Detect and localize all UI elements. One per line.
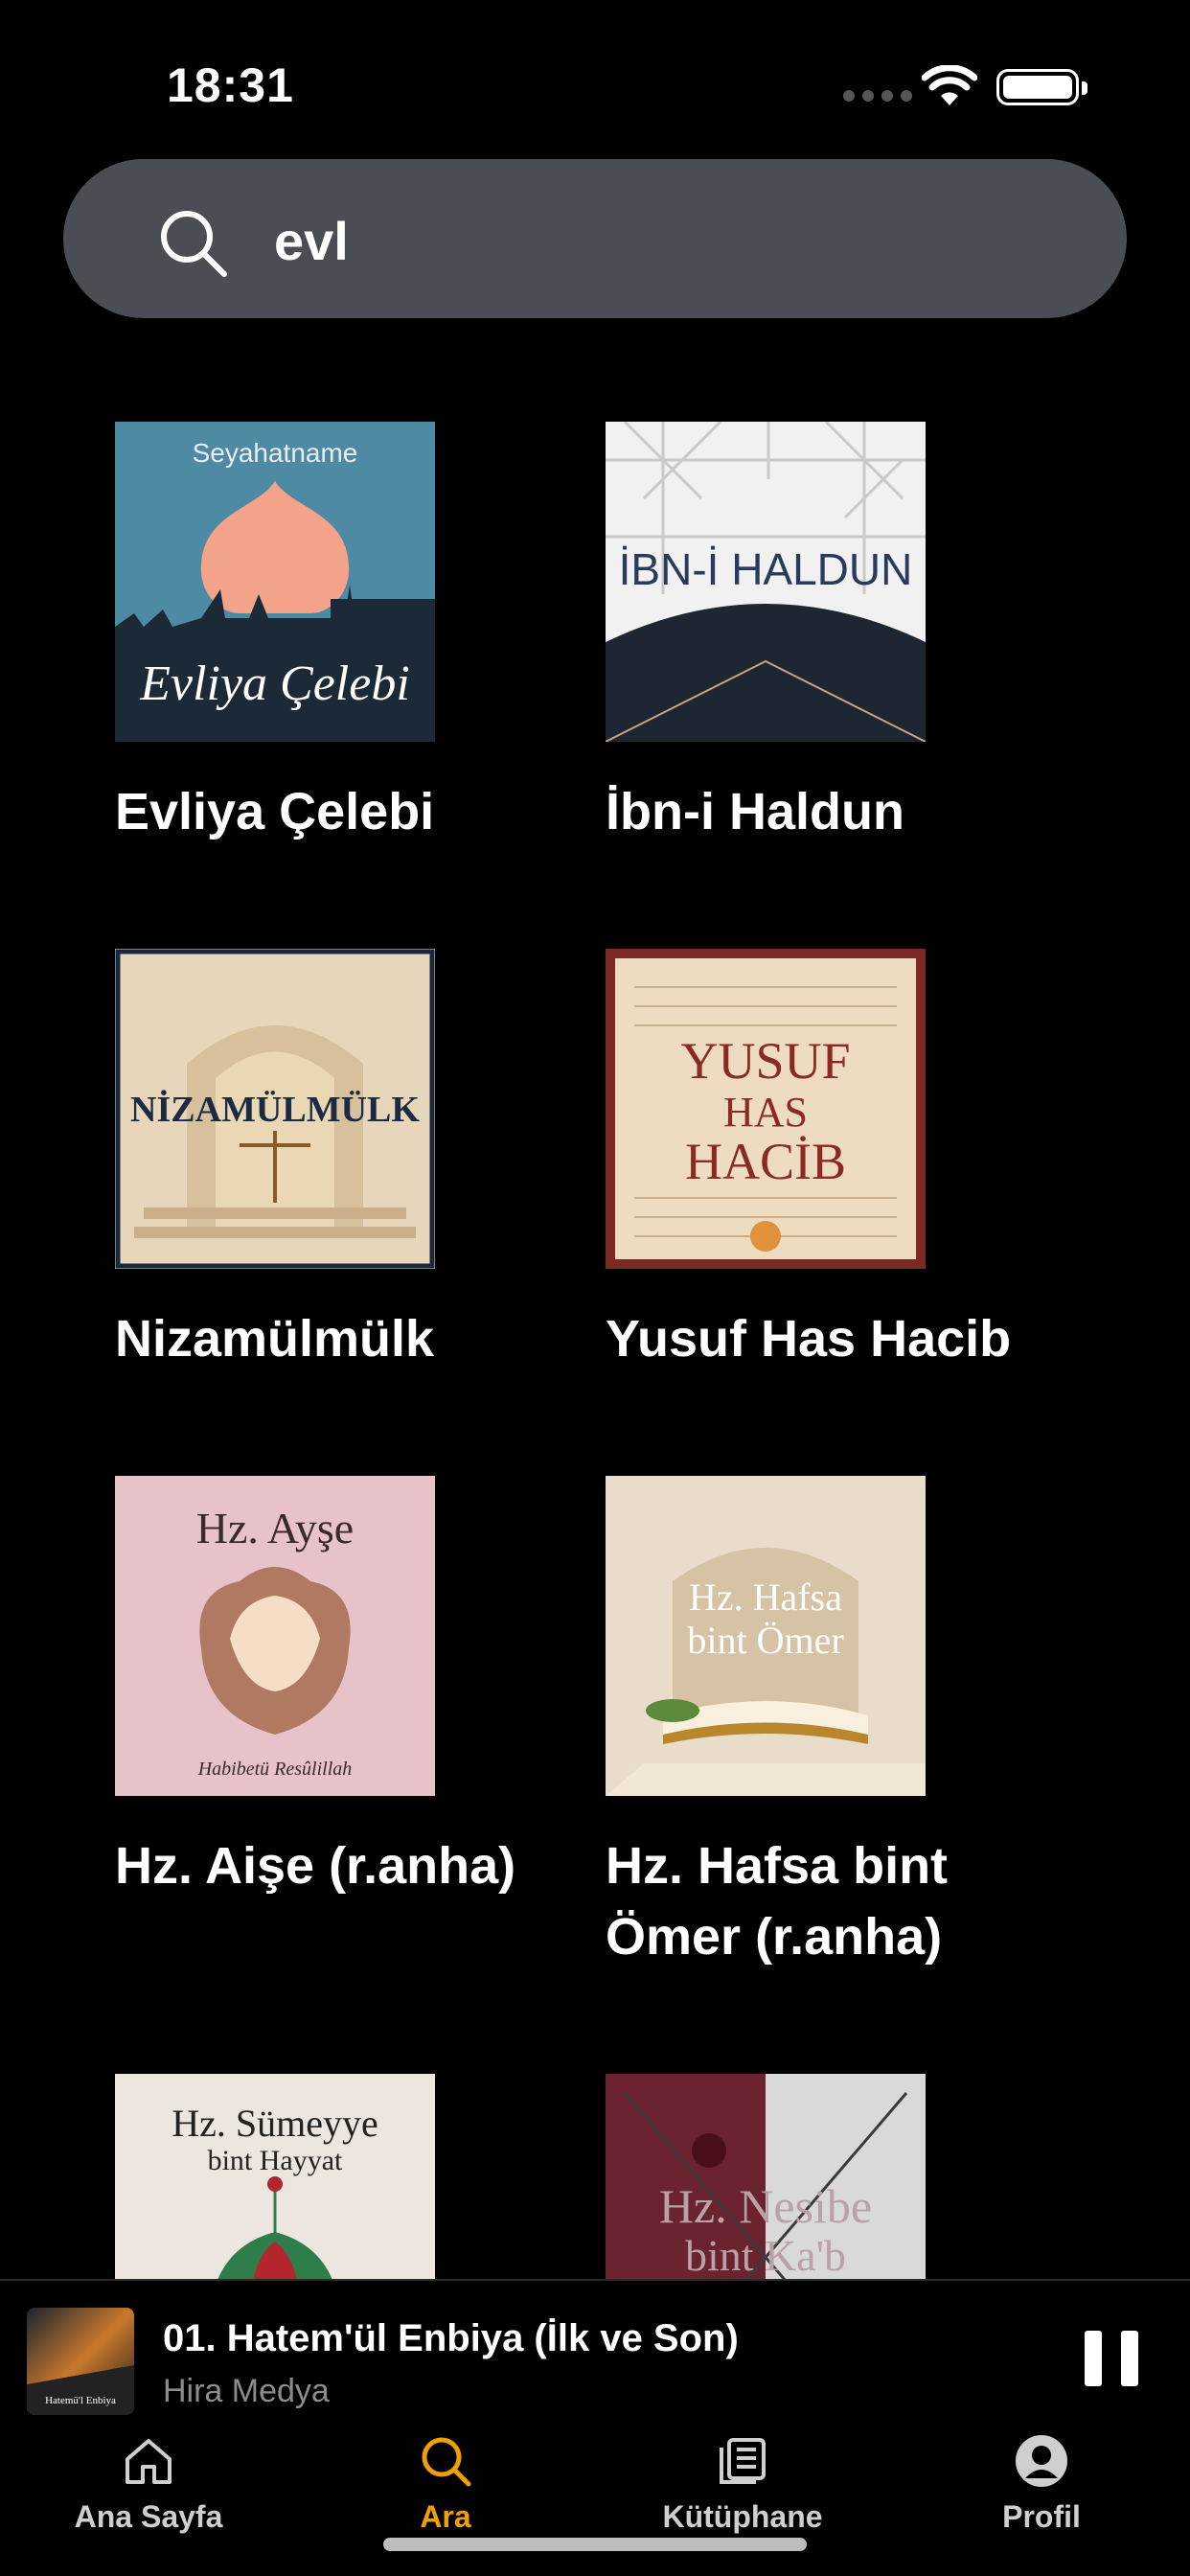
- result-title: Hz. Hafsa bint Ömer (r.anha): [606, 1837, 949, 1966]
- cellular-signal-icon: [843, 90, 912, 102]
- tab-library[interactable]: Kütüphane: [628, 2432, 858, 2535]
- cover-image: Hz. Ayşe Habibetü Resûlillah: [115, 1476, 435, 1796]
- result-card-hz-hafsa[interactable]: Hz. Hafsa bint Ömer Hz. Hafsa bint Ömer …: [606, 1476, 1046, 1972]
- svg-text:Hz. Sümeyye: Hz. Sümeyye: [172, 2102, 378, 2145]
- tab-profile[interactable]: Profil: [927, 2432, 1156, 2535]
- now-playing-title: 01. Hatem'ül Enbiya (İlk ve Son): [163, 2317, 739, 2359]
- tab-label: Ara: [420, 2499, 471, 2534]
- svg-text:İBN-İ HALDUN: İBN-İ HALDUN: [619, 544, 913, 594]
- svg-text:Evliya Çelebi: Evliya Çelebi: [139, 656, 410, 711]
- result-card-evliya-celebi[interactable]: Seyahatname Evliya Çelebi Evliya Çelebi: [115, 422, 556, 847]
- search-icon: [161, 211, 227, 277]
- tab-bar: Ana Sayfa Ara Kütüphane Profil: [0, 2432, 1190, 2576]
- svg-text:Hatemü'l Enbiya: Hatemü'l Enbiya: [45, 2395, 116, 2406]
- svg-text:YUSUF: YUSUF: [680, 1032, 850, 1090]
- library-icon: [720, 2438, 766, 2484]
- tab-label: Profil: [1002, 2499, 1081, 2534]
- cover-image: Hz. Hafsa bint Ömer: [606, 1476, 926, 1796]
- now-playing-artwork: Hatemü'l Enbiya: [27, 2308, 134, 2415]
- result-card-hz-aise[interactable]: Hz. Ayşe Habibetü Resûlillah Hz. Aişe (r…: [115, 1476, 556, 1901]
- tab-label: Kütüphane: [662, 2499, 823, 2534]
- home-indicator[interactable]: [383, 2538, 807, 2551]
- cover-image: Hz. Sümeyye bint Hayyat: [115, 2074, 435, 2279]
- mini-player[interactable]: Hatemü'l Enbiya 01. Hatem'ül Enbiya (İlk…: [0, 2279, 1190, 2415]
- now-playing-artist: Hira Medya: [163, 2373, 330, 2409]
- cover-image: YUSUF HAS HACİB: [606, 949, 926, 1269]
- profile-icon: [1016, 2435, 1067, 2487]
- svg-text:Hz. Nesibe: Hz. Nesibe: [659, 2179, 872, 2233]
- svg-text:Seyahatname: Seyahatname: [193, 438, 358, 468]
- svg-text:Hz. Ayşe: Hz. Ayşe: [196, 1504, 354, 1552]
- svg-text:NİZAMÜLMÜLK: NİZAMÜLMÜLK: [130, 1090, 420, 1130]
- svg-text:HACİB: HACİB: [685, 1133, 846, 1190]
- result-title: İbn-i Haldun: [606, 783, 904, 840]
- svg-text:Habibetü Resûlillah: Habibetü Resûlillah: [197, 1759, 353, 1780]
- result-title: Evliya Çelebi: [115, 783, 435, 840]
- search-input[interactable]: [274, 197, 1098, 284]
- wifi-icon: [922, 65, 977, 105]
- result-title: Hz. Aişe (r.anha): [115, 1837, 516, 1895]
- pause-button[interactable]: [1085, 2331, 1138, 2386]
- tab-home[interactable]: Ana Sayfa: [34, 2432, 263, 2535]
- tab-search[interactable]: Ara: [331, 2432, 561, 2535]
- result-title: Yusuf Has Hacib: [606, 1310, 1012, 1368]
- search-results-grid: Seyahatname Evliya Çelebi Evliya Çelebi …: [0, 364, 1190, 2279]
- result-title: Nizamülmülk: [115, 1310, 435, 1368]
- search-bar[interactable]: [63, 159, 1127, 318]
- search-icon: [422, 2437, 471, 2487]
- result-card-hz-nesibe[interactable]: Hz. Nesibe bint Ka'b: [606, 2074, 1046, 2279]
- result-card-yusuf-has-hacib[interactable]: YUSUF HAS HACİB Yusuf Has Hacib: [606, 949, 1046, 1374]
- svg-text:bint Ömer: bint Ömer: [687, 1619, 843, 1662]
- cover-image: Seyahatname Evliya Çelebi: [115, 422, 435, 742]
- battery-icon: [996, 69, 1087, 105]
- home-icon: [126, 2439, 172, 2484]
- cover-image: İBN-İ HALDUN: [606, 422, 926, 742]
- cover-image: NİZAMÜLMÜLK: [115, 949, 435, 1269]
- result-card-hz-sumeyye[interactable]: Hz. Sümeyye bint Hayyat: [115, 2074, 556, 2279]
- result-card-nizamulmulk[interactable]: NİZAMÜLMÜLK Nizamülmülk: [115, 949, 556, 1374]
- svg-text:bint Ka'b: bint Ka'b: [685, 2231, 846, 2279]
- svg-text:HAS: HAS: [723, 1089, 808, 1136]
- tab-label: Ana Sayfa: [74, 2499, 223, 2534]
- pause-icon: [1085, 2331, 1102, 2386]
- result-card-ibn-i-haldun[interactable]: İBN-İ HALDUN İbn-i Haldun: [606, 422, 1046, 847]
- status-time: 18:31: [167, 58, 294, 112]
- cover-image: Hz. Nesibe bint Ka'b: [606, 2074, 926, 2279]
- svg-text:Hz. Hafsa: Hz. Hafsa: [689, 1576, 842, 1619]
- svg-text:bint Hayyat: bint Hayyat: [208, 2145, 343, 2176]
- status-bar: 18:31: [0, 0, 1190, 163]
